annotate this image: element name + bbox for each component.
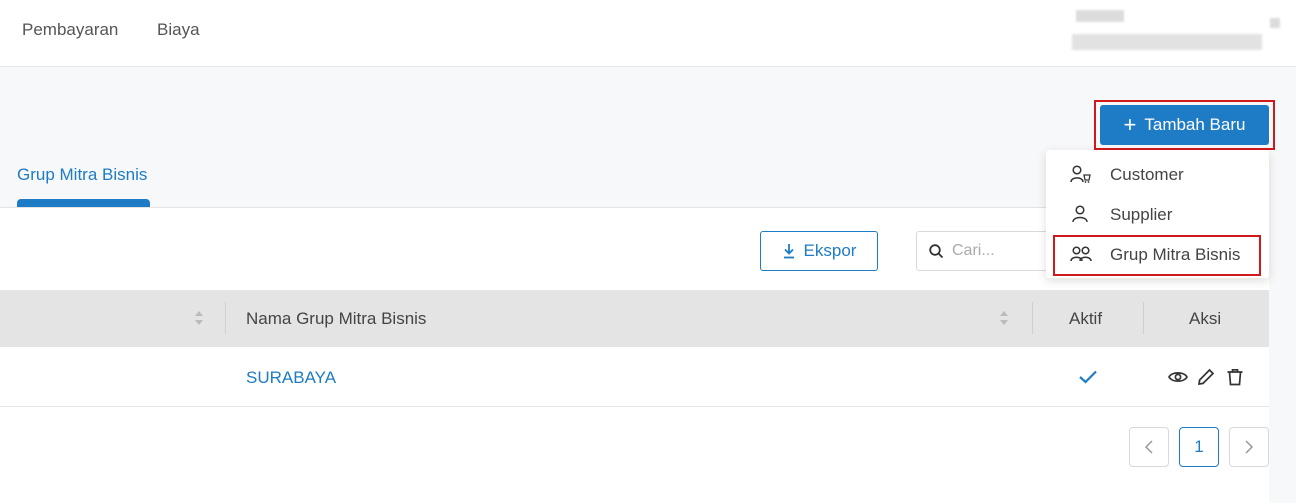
check-icon xyxy=(1079,370,1097,384)
edit-icon[interactable] xyxy=(1197,368,1215,386)
top-navbar: Pembayaran Biaya xyxy=(0,0,1296,67)
user-info-blurred[interactable] xyxy=(1072,10,1280,56)
column-divider xyxy=(1032,302,1033,334)
export-button[interactable]: Ekspor xyxy=(760,231,878,271)
table-header: Nama Grup Mitra Bisnis Aktif Aksi xyxy=(0,290,1269,347)
menu-item-customer[interactable]: Customer xyxy=(1046,154,1269,194)
column-divider xyxy=(225,302,226,334)
menu-item-highlight xyxy=(1053,235,1261,276)
search-field[interactable] xyxy=(916,231,1056,271)
menu-item-supplier[interactable]: Supplier xyxy=(1046,194,1269,234)
chevron-left-icon xyxy=(1144,440,1153,454)
add-new-label: Tambah Baru xyxy=(1144,115,1246,134)
tab-grup-mitra-bisnis[interactable]: Grup Mitra Bisnis xyxy=(17,165,147,185)
sort-icon[interactable] xyxy=(194,309,204,327)
table-row: SURABAYA xyxy=(0,347,1269,407)
add-new-button[interactable]: + Tambah Baru xyxy=(1100,105,1269,145)
supplier-icon xyxy=(1072,205,1088,223)
menu-item-label: Customer xyxy=(1110,165,1184,184)
view-icon[interactable] xyxy=(1168,368,1188,386)
nav-item-pembayaran[interactable]: Pembayaran xyxy=(22,20,118,40)
chevron-right-icon xyxy=(1245,440,1254,454)
column-header-aktif: Aktif xyxy=(1069,309,1103,328)
pagination-next-button[interactable] xyxy=(1229,427,1269,467)
nav-item-biaya[interactable]: Biaya xyxy=(157,20,200,40)
search-icon xyxy=(929,243,944,258)
customer-icon xyxy=(1070,165,1091,183)
export-label: Ekspor xyxy=(803,241,857,260)
column-header-nama[interactable]: Nama Grup Mitra Bisnis xyxy=(246,309,426,329)
pagination-prev-button[interactable] xyxy=(1129,427,1169,467)
delete-icon[interactable] xyxy=(1226,368,1244,386)
group-name-link[interactable]: SURABAYA xyxy=(246,368,336,388)
column-header-aksi: Aksi xyxy=(1189,309,1222,328)
pagination-page-button[interactable]: 1 xyxy=(1179,427,1219,467)
active-tab-indicator xyxy=(17,199,150,207)
download-icon xyxy=(783,244,794,259)
column-divider xyxy=(1143,302,1144,334)
search-input[interactable] xyxy=(952,242,1042,260)
menu-item-label: Supplier xyxy=(1110,205,1173,224)
plus-icon: + xyxy=(1123,112,1137,137)
sort-icon[interactable] xyxy=(999,309,1009,327)
